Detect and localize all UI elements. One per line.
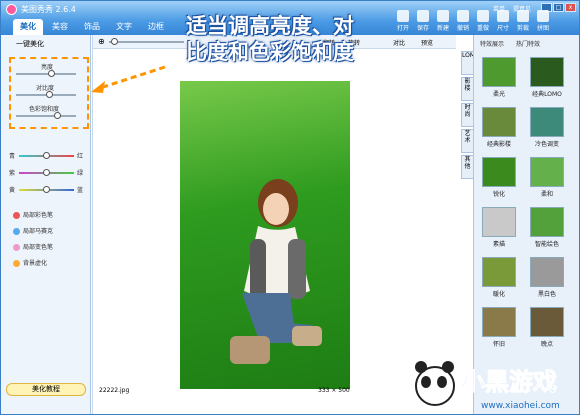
effect-label-8: 智能绘色 xyxy=(534,241,559,248)
effect-thumb-2[interactable] xyxy=(530,57,564,87)
zoom-knob[interactable] xyxy=(111,38,118,45)
tutorial-label: 美化教程 xyxy=(32,385,60,393)
svg-text:小黑游戏: 小黑游戏 xyxy=(461,368,557,396)
effect-thumb-8[interactable] xyxy=(530,207,564,237)
app-window: 美图秀秀 2.6.4 美化 美容 饰品 文字 边框 菜单 提意见 _ □ x 打… xyxy=(0,0,580,415)
tool-recolor-pen[interactable]: 局部变色笔 xyxy=(13,242,53,251)
close-button[interactable]: x xyxy=(565,3,576,12)
watermark-logo: 小黑游戏 www.xiaohei.com xyxy=(415,361,560,411)
tool-mosaic[interactable]: 局部马赛克 xyxy=(13,226,53,235)
resize-label: 尺寸 xyxy=(496,25,509,32)
yellow-blue-knob[interactable] xyxy=(43,186,50,193)
mosaic-icon xyxy=(13,228,20,235)
color-pen-icon xyxy=(13,212,20,219)
blue-label: 蓝 xyxy=(77,187,84,194)
mosaic-label: 局部马赛克 xyxy=(23,228,54,235)
magenta-label: 紫 xyxy=(9,170,16,177)
tool-background-blur[interactable]: 背景虚化 xyxy=(13,258,47,267)
image-size-label: 333 × 500 xyxy=(318,387,350,394)
effect-thumb-5[interactable] xyxy=(482,157,516,187)
blur-icon xyxy=(13,260,20,267)
pointer-arrow-icon xyxy=(91,65,166,93)
tab-frame[interactable]: 边框 xyxy=(141,19,171,35)
effect-label-3: 经典影楼 xyxy=(486,141,511,148)
filename-label: 22222.jpg xyxy=(99,387,130,394)
maximize-button[interactable]: □ xyxy=(553,3,564,12)
collage-label: 拼图 xyxy=(536,25,549,32)
tab-beautify[interactable]: 美化 xyxy=(13,19,43,35)
cyan-red-slider[interactable] xyxy=(19,152,74,159)
effect-label-1: 柔光 xyxy=(492,91,505,98)
tutorial-button[interactable]: 美化教程 xyxy=(6,383,86,396)
blur-label: 背景虚化 xyxy=(23,260,48,267)
cyan-red-knob[interactable] xyxy=(43,152,50,159)
crop-icon xyxy=(517,10,529,22)
magenta-green-slider[interactable] xyxy=(19,169,74,176)
yellow-blue-slider[interactable] xyxy=(19,186,74,193)
zoom-slider[interactable] xyxy=(109,38,184,45)
collage-button[interactable]: 拼图 xyxy=(534,10,552,32)
effect-label-12: 晚点 xyxy=(540,341,553,348)
headline-line-1: 适当调高亮度、对 xyxy=(186,14,354,38)
effect-label-10: 黑白色 xyxy=(537,291,556,298)
headline-caption: 适当调高亮度、对 比度和色彩饱和度 xyxy=(186,13,486,65)
cyan-label: 青 xyxy=(9,153,16,160)
effect-label-7: 素描 xyxy=(492,241,505,248)
effect-thumb-11[interactable] xyxy=(482,307,516,337)
headline-line-2: 比度和色彩饱和度 xyxy=(186,40,354,64)
effect-label-2: 经典LOMO xyxy=(532,91,562,98)
effect-thumb-7[interactable] xyxy=(482,207,516,237)
tab-text[interactable]: 文字 xyxy=(109,19,139,35)
svg-text:www.xiaohei.com: www.xiaohei.com xyxy=(481,401,560,411)
color-pen-label: 局部彩色笔 xyxy=(23,212,54,219)
app-logo-icon xyxy=(6,4,17,15)
tab-accessories[interactable]: 饰品 xyxy=(77,19,107,35)
tool-color-pen[interactable]: 局部彩色笔 xyxy=(13,210,53,219)
one-key-beautify-button[interactable]: 一键美化 xyxy=(16,39,44,49)
effect-label-9: 暖化 xyxy=(492,291,505,298)
tab-hot-effects[interactable]: 热门特效 xyxy=(516,39,540,48)
tab-face[interactable]: 美容 xyxy=(45,19,75,35)
effect-label-6: 柔和 xyxy=(540,191,553,198)
effect-thumb-6[interactable] xyxy=(530,157,564,187)
photo-subject-illustration xyxy=(230,179,322,364)
effect-thumb-12[interactable] xyxy=(530,307,564,337)
effect-label-5: 锐化 xyxy=(492,191,505,198)
crop-button[interactable]: 剪裁 xyxy=(514,10,532,32)
effect-thumb-3[interactable] xyxy=(482,107,516,137)
highlight-dashed-box xyxy=(9,57,89,129)
green-label: 绿 xyxy=(77,170,84,177)
resize-icon xyxy=(497,10,509,22)
yellow-label: 黄 xyxy=(9,187,16,194)
effect-label-11: 怀旧 xyxy=(492,341,505,348)
magenta-green-knob[interactable] xyxy=(43,169,50,176)
collage-icon xyxy=(537,10,549,22)
effect-label-4: 冷色调变 xyxy=(534,141,559,148)
recolor-pen-icon xyxy=(13,244,20,251)
resize-button[interactable]: 尺寸 xyxy=(494,10,512,32)
effect-thumb-1[interactable] xyxy=(482,57,516,87)
app-title: 美图秀秀 2.6.4 xyxy=(21,5,76,14)
effect-thumb-10[interactable] xyxy=(530,257,564,287)
effect-thumb-9[interactable] xyxy=(482,257,516,287)
crop-label: 剪裁 xyxy=(516,25,529,32)
edited-photo xyxy=(180,81,350,389)
recolor-pen-label: 局部变色笔 xyxy=(23,244,54,251)
effect-thumb-4[interactable] xyxy=(530,107,564,137)
red-label: 红 xyxy=(77,153,84,160)
zoom-icon[interactable]: ⊕ xyxy=(98,37,105,46)
